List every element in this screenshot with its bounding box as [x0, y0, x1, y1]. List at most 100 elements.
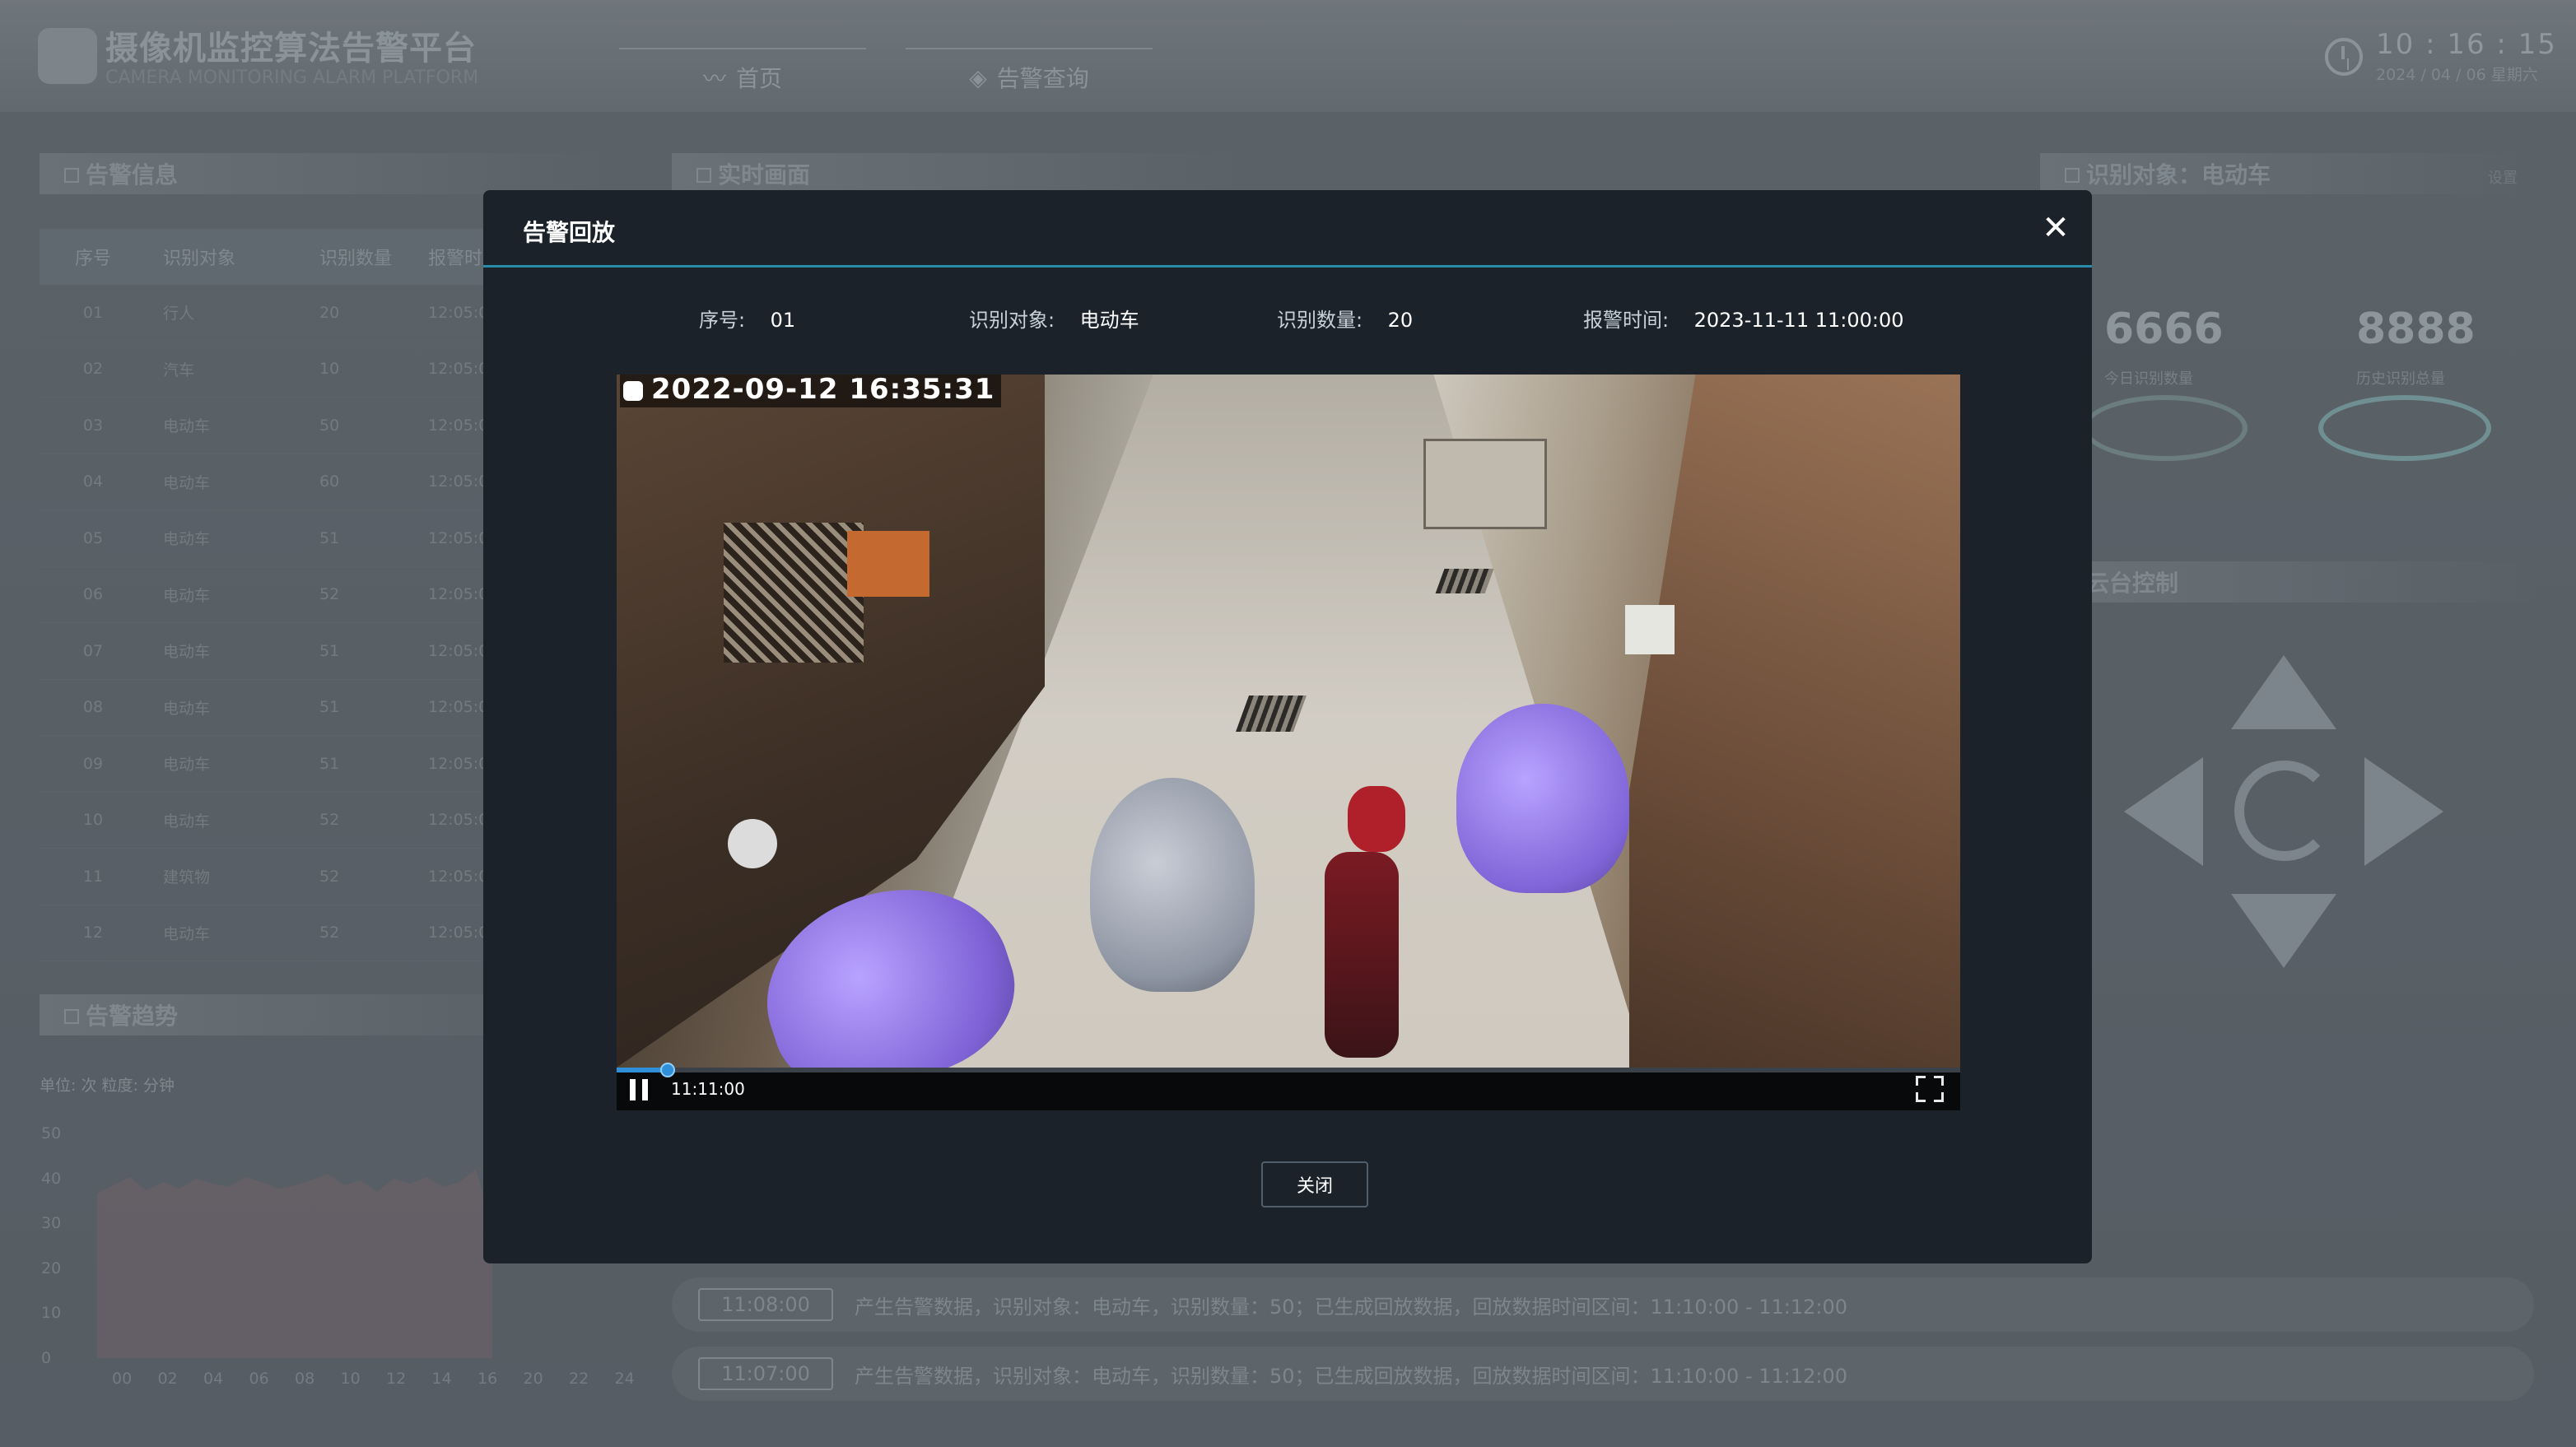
- table-row[interactable]: 12 电动车 52 12:05:00: [40, 905, 501, 961]
- ptz-left-icon[interactable]: [2124, 757, 2203, 866]
- table-cell-obj: 汽车: [163, 361, 195, 379]
- app-logo: [38, 28, 97, 84]
- modal-header: 告警回放 ✕: [483, 190, 2092, 268]
- close-button[interactable]: 关闭: [1261, 1161, 1368, 1207]
- x-tick-label: 06: [249, 1370, 269, 1388]
- modal-title: 告警回放: [523, 219, 616, 246]
- table-cell-obj: 电动车: [163, 756, 211, 775]
- tab-alarm-query[interactable]: ◈ 告警查询: [906, 48, 1153, 105]
- alarm-table: 序号 识别对象 识别数量 报警时 01 行人 20 12:05:00 02 汽车 10 12:…: [40, 229, 501, 961]
- table-cell-no: 10: [82, 811, 104, 830]
- alarm-playback-modal: 告警回放 ✕ 序号: 01 识别对象: 电动车 识别数量: 20 报警时间: 2…: [483, 190, 2092, 1263]
- table-row[interactable]: 08 电动车 51 12:05:00: [40, 680, 501, 736]
- history-count: 8888: [2356, 305, 2476, 354]
- y-tick-label: 0: [41, 1348, 52, 1367]
- info-count: 识别数量: 20: [1277, 309, 1414, 332]
- fullscreen-icon[interactable]: [1916, 1076, 1944, 1102]
- video-timestamp: 2022-09-12 16:35:31: [620, 375, 1002, 407]
- trend-area-chart: [97, 1169, 492, 1358]
- log-item[interactable]: 11:08:00 产生告警数据，识别对象：电动车，识别数量：50；已生成回放数据，…: [672, 1277, 2534, 1332]
- y-tick-label: 30: [41, 1214, 62, 1232]
- info-no-value: 01: [770, 309, 796, 332]
- table-cell-obj: 建筑物: [163, 868, 211, 887]
- alarm-info-title: 告警信息: [40, 153, 616, 194]
- info-object: 识别对象: 电动车: [969, 309, 1139, 332]
- log-text: 产生告警数据，识别对象：电动车，识别数量：50；已生成回放数据，回放数据时间区间…: [855, 1364, 1848, 1388]
- table-row[interactable]: 11 建筑物 52 12:05:00: [40, 849, 501, 905]
- table-cell-no: 12: [82, 924, 104, 942]
- today-ring-icon: [2083, 395, 2248, 461]
- alarm-table-header: 序号 识别对象 识别数量 报警时: [40, 229, 501, 285]
- table-row[interactable]: 02 汽车 10 12:05:00: [40, 342, 501, 398]
- table-cell-obj: 电动车: [163, 699, 211, 718]
- gray-umbrella-scooter: [1090, 778, 1255, 992]
- info-time: 报警时间: 2023-11-11 11:00:00: [1583, 309, 1904, 332]
- realtime-title: 实时画面: [672, 153, 1248, 194]
- table-row[interactable]: 09 电动车 51 12:05:00: [40, 736, 501, 793]
- table-cell-count: 51: [319, 698, 340, 717]
- ptz-reset-icon[interactable]: [2234, 761, 2335, 861]
- x-tick-label: 24: [614, 1370, 635, 1388]
- ptz-down-icon[interactable]: [2231, 894, 2336, 968]
- table-row[interactable]: 06 电动车 52 12:05:00: [40, 567, 501, 623]
- ptz-up-icon[interactable]: [2231, 655, 2336, 729]
- chart-trend-icon: 〰: [702, 65, 726, 92]
- progress-handle[interactable]: [660, 1063, 676, 1077]
- table-cell-count: 20: [319, 303, 340, 322]
- table-cell-no: 03: [82, 416, 104, 435]
- x-tick-label: 14: [431, 1370, 452, 1388]
- pause-icon[interactable]: [630, 1079, 648, 1100]
- y-tick-label: 20: [41, 1259, 62, 1277]
- tab-home[interactable]: 〰 首页: [619, 48, 866, 105]
- today-label: 今日识别数量: [2104, 370, 2193, 388]
- ptz-right-icon[interactable]: [2364, 757, 2443, 866]
- table-cell-no: 06: [82, 585, 104, 604]
- info-time-value: 2023-11-11 11:00:00: [1693, 309, 1904, 332]
- table-cell-count: 52: [319, 924, 340, 942]
- history-label: 历史识别总量: [2356, 370, 2445, 388]
- table-cell-obj: 电动车: [163, 473, 211, 492]
- table-cell-obj: 电动车: [163, 586, 211, 605]
- table-cell-count: 50: [319, 416, 340, 435]
- trend-unit: 单位: 次 粒度: 分钟: [40, 1077, 175, 1095]
- x-tick-label: 12: [386, 1370, 407, 1388]
- table-cell-no: 09: [82, 754, 104, 773]
- settings-link[interactable]: 设置: [2488, 166, 2518, 188]
- x-tick-label: 00: [112, 1370, 133, 1388]
- progress-bar[interactable]: [617, 1068, 1960, 1072]
- table-row[interactable]: 04 电动车 60 12:05:00: [40, 454, 501, 510]
- table-cell-count: 52: [319, 867, 340, 886]
- clock-date: 2024 / 04 / 06 星期六: [2376, 66, 2538, 84]
- video-player[interactable]: 2022-09-12 16:35:31 11:11:00: [617, 375, 1960, 1110]
- table-cell-no: 07: [82, 641, 104, 660]
- close-icon[interactable]: ✕: [2039, 212, 2072, 244]
- x-tick-label: 02: [157, 1370, 178, 1388]
- table-cell-count: 60: [319, 472, 340, 491]
- table-row[interactable]: 07 电动车 51 12:05:00: [40, 623, 501, 680]
- table-row[interactable]: 01 行人 20 12:05:00: [40, 285, 501, 342]
- table-row[interactable]: 05 电动车 51 12:05:00: [40, 510, 501, 567]
- purple-umbrella-scooter: [1456, 704, 1629, 893]
- app-title: 摄像机监控算法告警平台: [105, 30, 477, 67]
- table-cell-obj: 电动车: [163, 812, 211, 831]
- info-count-value: 20: [1387, 309, 1414, 332]
- clock-time: 10 : 16 : 15: [2376, 28, 2557, 61]
- table-cell-count: 51: [319, 754, 340, 773]
- log-text: 产生告警数据，识别对象：电动车，识别数量：50；已生成回放数据，回放数据时间区间…: [855, 1295, 1848, 1319]
- table-cell-count: 51: [319, 528, 340, 547]
- log-item[interactable]: 11:07:00 产生告警数据，识别对象：电动车，识别数量：50；已生成回放数据，…: [672, 1347, 2534, 1401]
- trend-area: [97, 1169, 492, 1358]
- table-row[interactable]: 10 电动车 52 12:05:00: [40, 793, 501, 849]
- y-tick-label: 10: [41, 1304, 62, 1322]
- recognition-title: 识别对象：电动车: [2040, 153, 2534, 194]
- shield-icon: ◈: [969, 63, 987, 91]
- clock-icon: [2325, 38, 2363, 76]
- video-controls: [617, 1068, 1960, 1110]
- x-tick-label: 04: [203, 1370, 224, 1388]
- x-tick-label: 16: [477, 1370, 498, 1388]
- today-count: 6666: [2104, 305, 2224, 354]
- app-header: 摄像机监控算法告警平台 CAMERA MONITORING ALARM PLAT…: [0, 0, 2576, 112]
- x-tick-label: 10: [340, 1370, 361, 1388]
- table-cell-no: 01: [82, 303, 104, 322]
- table-row[interactable]: 03 电动车 50 12:05:00: [40, 398, 501, 454]
